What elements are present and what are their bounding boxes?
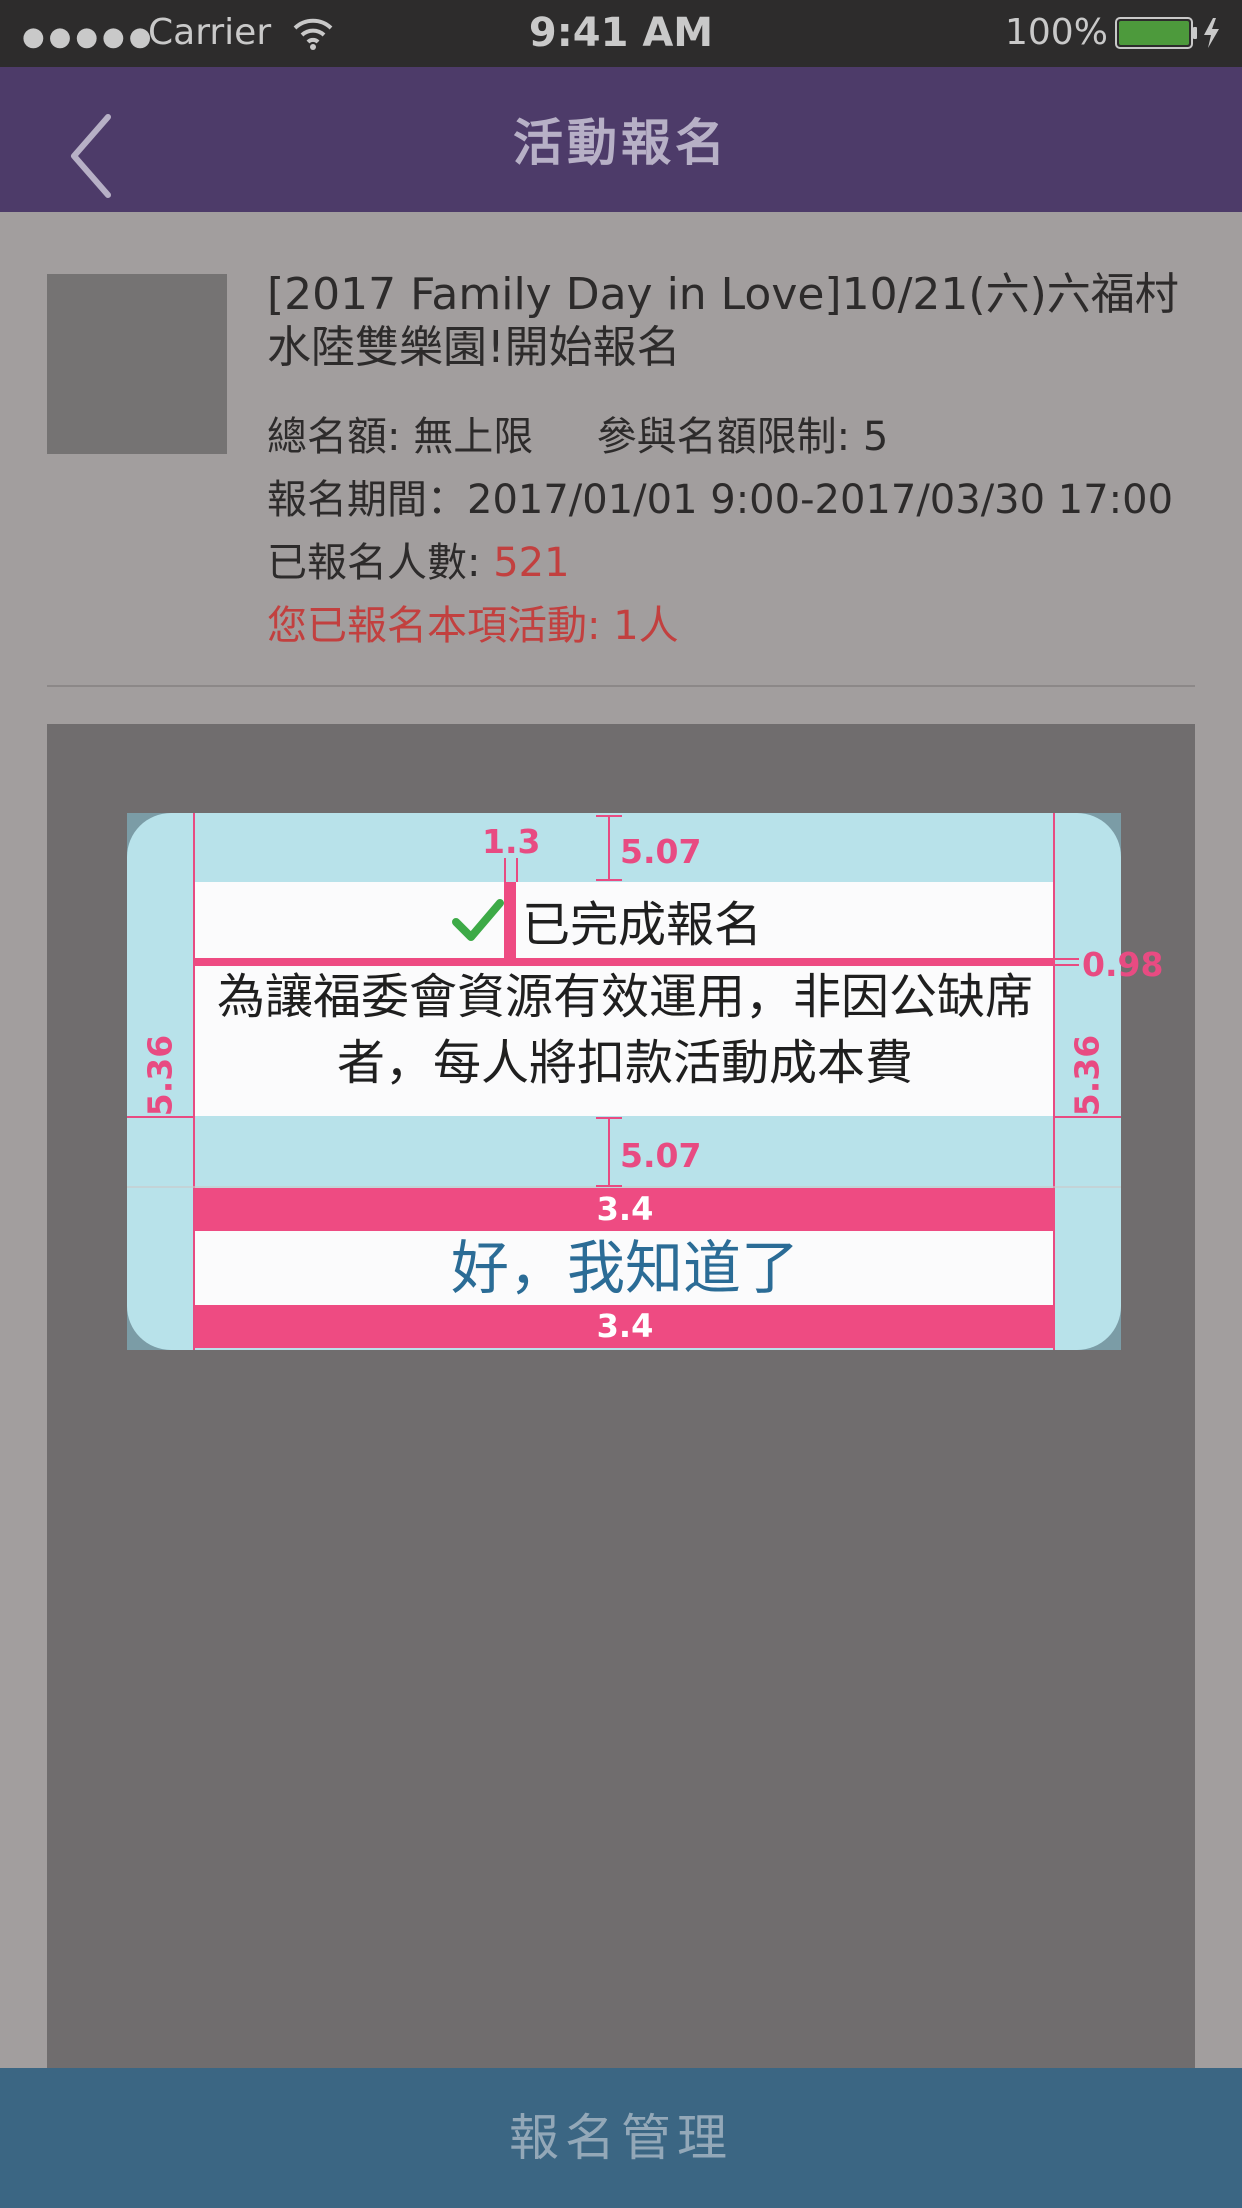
left-margin-label: 5.36 (140, 1034, 180, 1117)
registered-count-row: 已報名人數: 521 (267, 530, 570, 588)
battery-percent: 100% (1005, 12, 1108, 53)
dimension-line (608, 1117, 610, 1187)
bottom-padding-label: 5.07 (620, 1136, 702, 1175)
event-thumbnail (47, 274, 227, 454)
total-quota: 總名額: 無上限 (267, 414, 534, 460)
page-title: 活動報名 (513, 114, 729, 172)
button-padding-bottom-marker: 3.4 (195, 1305, 1055, 1348)
divider (47, 685, 1195, 687)
dialog-message: 為讓福委會資源有效運用，非因公缺席者，每人將扣款活動成本費 (216, 969, 1033, 1091)
right-margin-label: 5.36 (1067, 1034, 1107, 1117)
dimension-line (608, 815, 610, 881)
checkmark-icon (452, 899, 504, 941)
registration-period: 報名期間：2017/01/01 9:00-2017/03/30 17:00 (267, 477, 1174, 523)
battery-charging-icon (1115, 17, 1219, 49)
quota-row: 總名額: 無上限 參與名額限制: 5 (267, 404, 888, 462)
ok-button[interactable]: 好，我知道了 (195, 1231, 1055, 1305)
status-bar: ●●●●● Carrier 9:41 AM 100% (0, 0, 1242, 67)
title-gap-label: 0.98 (1082, 945, 1164, 984)
button-padding-top-marker: 3.4 (195, 1188, 1055, 1231)
dimension-tick (1055, 958, 1079, 960)
top-padding-label: 5.07 (620, 832, 702, 871)
event-title: [2017 Family Day in Love]10/21(六)六福村水陸雙樂… (267, 269, 1179, 373)
dimension-tick (1055, 964, 1079, 966)
registered-count: 521 (493, 540, 570, 586)
dimension-tick (596, 1117, 622, 1119)
dimension-tick (596, 815, 622, 817)
dialog-title: 已完成報名 (522, 897, 763, 953)
guide-line (504, 858, 506, 882)
guide-line (516, 858, 518, 882)
icon-gap-marker (504, 882, 516, 958)
registration-management-button[interactable]: 報名管理 (0, 2068, 1242, 2208)
navigation-bar: 活動報名 (0, 67, 1242, 212)
my-registration-status: 您已報名本項活動: 1人 (267, 603, 679, 649)
dimension-tick (596, 879, 622, 881)
dimension-tick (596, 1185, 622, 1187)
icon-gap-label: 1.3 (482, 822, 541, 861)
registered-count-label: 已報名人數: (267, 540, 494, 586)
participation-limit: 參與名額限制: 5 (596, 414, 889, 460)
